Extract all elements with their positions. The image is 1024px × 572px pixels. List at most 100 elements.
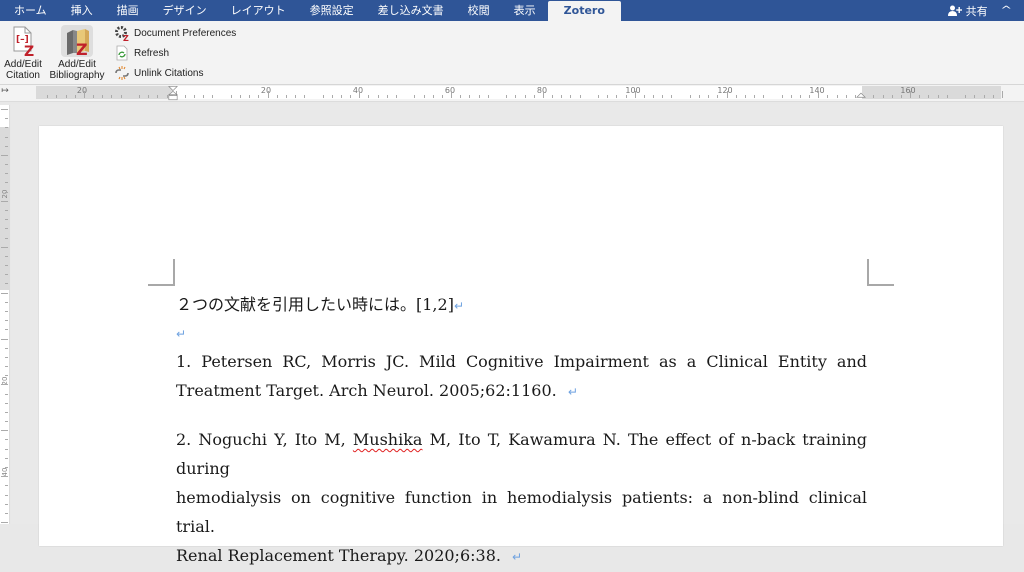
ruler-tick (552, 95, 554, 98)
ruler-tick (5, 283, 8, 285)
ruler-tick (478, 95, 480, 98)
empty-paragraph[interactable]: ↵ (176, 323, 867, 342)
ruler-tick (74, 95, 76, 98)
ruler-tick (634, 91, 636, 98)
ruler-tick (184, 95, 186, 98)
tab-view[interactable]: 表示 (502, 0, 548, 21)
ruler-tick (194, 95, 196, 98)
horizontal-ruler[interactable]: ↦ 20 20 40 60 80 100 120 140 160 (0, 85, 1024, 102)
ruler-tick (799, 95, 801, 98)
ruler-tick (708, 95, 710, 98)
ruler-tick (643, 95, 645, 98)
tab-insert[interactable]: 挿入 (59, 0, 105, 21)
share-button[interactable]: 共有 (947, 3, 988, 19)
add-edit-bibliography-label-2: Bibliography (49, 70, 105, 81)
ruler-tick (1, 338, 8, 340)
ruler-tick (239, 95, 241, 98)
ruler-tick (5, 393, 8, 395)
ruler-tick (5, 411, 8, 413)
ruler-tick (414, 95, 416, 98)
ruler-tick (368, 95, 370, 98)
add-edit-bibliography-button[interactable]: Z Add/Edit Bibliography (47, 25, 107, 81)
ruler-tick (5, 421, 8, 423)
ruler-tick (157, 95, 159, 98)
refresh-button[interactable]: Refresh (114, 43, 169, 63)
tab-zotero[interactable]: Zotero (547, 1, 621, 21)
add-edit-citation-button[interactable]: [–] Z Add/Edit Citation (3, 25, 43, 81)
ruler-tick (5, 503, 8, 505)
ruler-tick (5, 219, 8, 221)
tab-draw[interactable]: 描画 (105, 0, 151, 21)
bibliography-entry-line: 1. Petersen RC, Morris JC. Mild Cognitiv… (176, 352, 867, 371)
intro-paragraph[interactable]: ２つの文献を引用したい時には。[1,2]↵ (176, 291, 867, 315)
ruler-tick (5, 366, 8, 368)
ruler-tick (506, 95, 508, 98)
ruler-tick (386, 95, 388, 98)
spellcheck-flagged-word[interactable]: Mushika (353, 430, 423, 449)
ruler-tick (1, 200, 8, 202)
ruler-tick (5, 494, 8, 496)
ruler-tick (47, 95, 49, 98)
ruler-tick (5, 118, 8, 120)
ruler-tick (5, 127, 8, 129)
bibliography-entry[interactable]: 2. Noguchi Y, Ito M, Mushika M, Ito T, K… (176, 425, 867, 572)
ruler-tick (5, 467, 8, 469)
ruler-tick (1, 109, 8, 110)
ruler-tick (5, 274, 8, 276)
ruler-tick (1, 154, 8, 156)
tab-design[interactable]: デザイン (151, 0, 219, 21)
ruler-tick (5, 512, 8, 514)
ruler-tick (350, 95, 352, 98)
unlink-citations-button[interactable]: Unlink Citations (114, 63, 203, 83)
ruler-tick (561, 95, 563, 98)
add-edit-citation-label-1: Add/Edit (4, 59, 42, 70)
gear-icon: Z (115, 26, 129, 41)
right-indent-marker[interactable] (856, 85, 866, 102)
ruler-tick (542, 91, 544, 98)
ruler-tick (138, 95, 140, 98)
paragraph-mark-icon: ↵ (453, 299, 464, 313)
ruler-tick (148, 95, 150, 98)
ruler-tick (322, 95, 324, 98)
ruler-tick (5, 448, 8, 450)
ruler-tick (616, 95, 618, 98)
ruler-tick (5, 485, 8, 487)
ruler-tick (974, 95, 976, 98)
ruler-tick (5, 173, 8, 175)
tab-stop-selector-icon[interactable]: ↦ (0, 86, 10, 96)
ruler-tick (258, 95, 260, 98)
tab-mailings[interactable]: 差し込み文書 (366, 0, 456, 21)
ruler-label: 20 (76, 86, 88, 95)
left-indent-marker[interactable] (168, 85, 178, 102)
ruler-tick (919, 95, 921, 98)
add-edit-citation-label-2: Citation (6, 70, 40, 81)
ruler-tick (460, 95, 462, 98)
ruler-tick (946, 95, 948, 98)
reference-text: 2. Noguchi Y, Ito M, (176, 430, 353, 449)
ruler-tick (827, 95, 829, 98)
ruler-tick (524, 95, 526, 98)
ruler-tick (83, 91, 85, 98)
tab-layout[interactable]: レイアウト (219, 0, 298, 21)
tab-review[interactable]: 校閲 (456, 0, 502, 21)
ruler-label: 20 (260, 86, 272, 95)
ruler-tick (93, 95, 95, 98)
ruler-tick (845, 95, 847, 98)
ruler-tick (111, 95, 113, 98)
vertical-ruler[interactable]: 20 20 40 (0, 105, 10, 524)
ruler-tick (717, 95, 719, 98)
unlink-icon (115, 66, 129, 80)
margin-crop-mark-top-left (148, 259, 175, 286)
bibliography-entry[interactable]: 1. Petersen RC, Morris JC. Mild Cognitiv… (176, 347, 867, 407)
ruler-tick (579, 95, 581, 98)
bibliography-entry-line: 2. Noguchi Y, Ito M, Mushika M, Ito T, K… (176, 425, 867, 483)
ruler-tick (5, 191, 8, 193)
document-preferences-button[interactable]: Z Document Preferences (114, 23, 236, 43)
intro-text: ２つの文献を引用したい時には。[1,2] (176, 295, 454, 314)
tab-home[interactable]: ホーム (0, 0, 59, 21)
zotero-citation-icon: [–] Z (7, 25, 39, 60)
tab-references[interactable]: 参照設定 (298, 0, 366, 21)
unlink-citations-label: Unlink Citations (134, 67, 204, 79)
add-edit-bibliography-label-1: Add/Edit (58, 59, 96, 70)
chevron-up-icon[interactable]: ^ (1000, 5, 1012, 16)
